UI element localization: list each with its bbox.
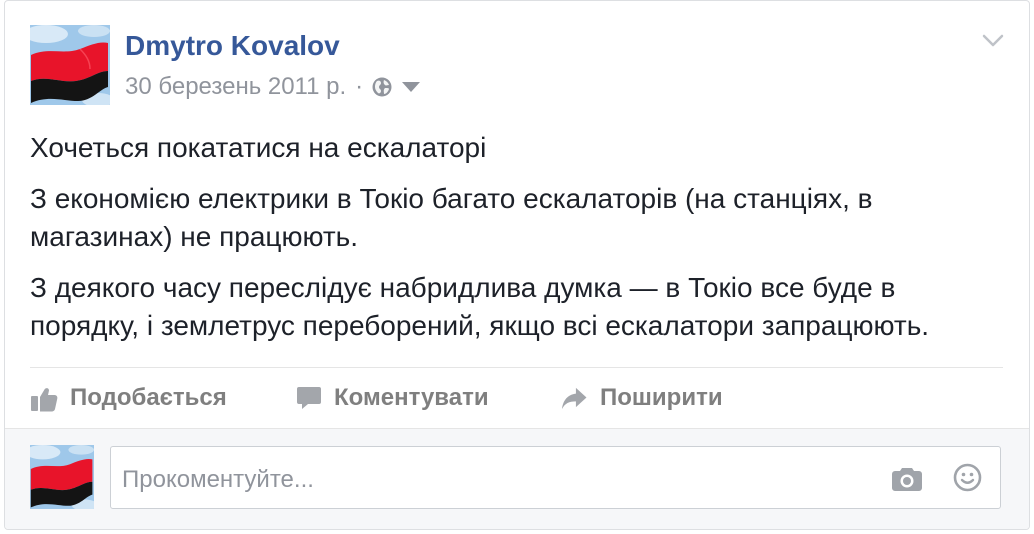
author-avatar[interactable] [30,25,110,105]
post-body: Хочеться покататися на ескалаторі З екон… [30,129,929,358]
author-name-link[interactable]: Dmytro Kovalov [125,32,340,60]
meta-separator: · [355,73,364,100]
camera-icon[interactable] [892,467,922,491]
comment-label: Коментувати [334,384,489,411]
share-label: Поширити [600,384,723,411]
comment-box [110,446,1001,509]
post-text-line: Хочеться покататися на ескалаторі [30,132,487,163]
post-paragraph: Хочеться покататися на ескалаторі [30,129,929,168]
post-timestamp[interactable]: 30 березень 2011 р. [125,75,346,99]
share-icon [562,387,587,410]
post-text-line: З деякого часу переслідує набридлива дум… [30,271,896,303]
privacy-selector[interactable] [372,77,421,97]
commenter-avatar [30,445,94,509]
comment-button[interactable]: Коментувати [296,384,489,412]
comment-composer [5,428,1029,529]
like-button[interactable]: Подобається [30,384,227,412]
post-text-line: магазинах) не працюють. [30,221,359,253]
post-paragraph: З деякого часу переслідує набридлива дум… [30,269,929,346]
chevron-down-icon[interactable] [982,34,1004,48]
globe-icon [372,77,392,97]
like-label: Подобається [70,384,227,411]
comment-icon [297,387,321,409]
post-meta: 30 березень 2011 р. · [125,73,421,100]
smiley-icon[interactable] [953,463,982,492]
actions-divider [30,367,1003,368]
share-button[interactable]: Поширити [560,384,723,412]
comment-input[interactable] [111,447,871,508]
post-paragraph: З економією електрики в Токіо багато еск… [30,180,929,257]
caret-down-icon [402,82,421,92]
post-text-line: порядку, і землетрус переборений, якщо в… [30,310,930,342]
thumbs-up-icon [31,388,58,412]
post-text-line: З економією електрики в Токіо багато еск… [30,182,873,214]
post-card: Dmytro Kovalov 30 березень 2011 р. · Хоч… [4,0,1030,530]
